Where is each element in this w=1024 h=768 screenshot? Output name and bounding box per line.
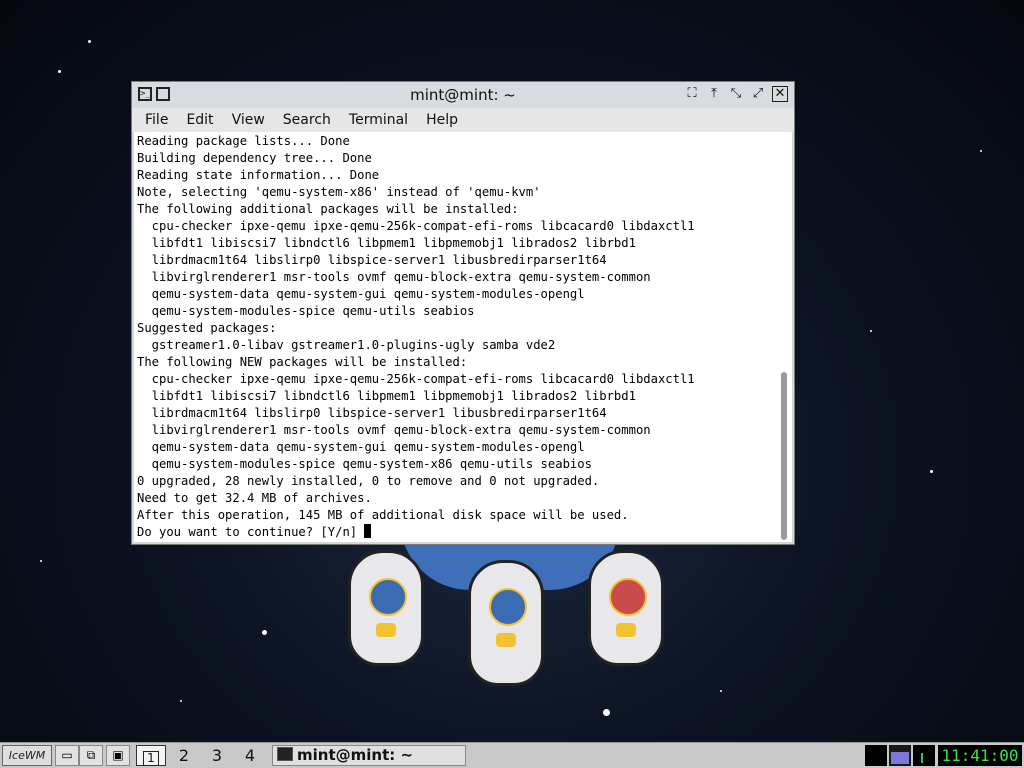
menu-help[interactable]: Help: [417, 112, 467, 128]
terminal-launcher-icon[interactable]: ▣: [106, 745, 130, 766]
terminal-line: librdmacm1t64 libslirp0 libspice-server1…: [137, 406, 607, 420]
workspace-4-button[interactable]: 4: [235, 745, 265, 766]
terminal-line: cpu-checker ipxe-qemu ipxe-qemu-256k-com…: [137, 219, 695, 233]
terminal-line: Need to get 32.4 MB of archives.: [137, 491, 372, 505]
terminal-line: libvirglrenderer1 msr-tools ovmf qemu-bl…: [137, 423, 651, 437]
task-label: mint@mint: ~: [297, 746, 414, 764]
penguin-artwork: [468, 560, 544, 686]
network-monitor-icon[interactable]: [913, 745, 935, 766]
workspace-3-button[interactable]: 3: [202, 745, 232, 766]
star: [720, 690, 722, 692]
memory-monitor-icon[interactable]: [889, 745, 911, 766]
terminal-line: Building dependency tree... Done: [137, 151, 372, 165]
penguin-artwork: [348, 550, 424, 666]
terminal-output[interactable]: Reading package lists... Done Building d…: [134, 132, 776, 542]
terminal-line: cpu-checker ipxe-qemu ipxe-qemu-256k-com…: [137, 372, 695, 386]
start-menu-button[interactable]: IceWM: [2, 745, 52, 766]
terminal-line: qemu-system-data qemu-system-gui qemu-sy…: [137, 287, 585, 301]
menubar: File Edit View Search Terminal Help: [132, 108, 794, 132]
workspace-label: 1: [143, 751, 159, 766]
terminal-line: librdmacm1t64 libslirp0 libspice-server1…: [137, 253, 607, 267]
task-button-terminal[interactable]: mint@mint: ~: [272, 745, 466, 766]
star: [58, 70, 61, 73]
workspace-2-button[interactable]: 2: [169, 745, 199, 766]
penguin-artwork: [588, 550, 664, 666]
maximize-icon[interactable]: ⤒: [706, 86, 722, 102]
workspace-1-button[interactable]: 1: [136, 745, 166, 766]
scrollbar-thumb[interactable]: [781, 372, 787, 540]
terminal-line: qemu-system-data qemu-system-gui qemu-sy…: [137, 440, 585, 454]
terminal-line: 0 upgraded, 28 newly installed, 0 to rem…: [137, 474, 600, 488]
star: [262, 630, 267, 635]
taskbar: IceWM ▭ ⧉ ▣ 1 2 3 4 mint@mint: ~ 11:41:0…: [0, 742, 1024, 768]
terminal-line: libfdt1 libiscsi7 libndctl6 libpmem1 lib…: [137, 389, 636, 403]
star: [930, 470, 933, 473]
terminal-window: >_ mint@mint: ~ ⛶ ⤒ ⤡ ⤢ ✕ File Edit View…: [131, 81, 795, 545]
terminal-text: Reading package lists... Done Building d…: [134, 132, 776, 541]
star: [180, 700, 182, 702]
minimize-icon[interactable]: ⤡: [728, 86, 744, 102]
clock[interactable]: 11:41:00: [938, 745, 1022, 766]
terminal-line: Reading state information... Done: [137, 168, 380, 182]
cpu-monitor-icon[interactable]: [865, 745, 887, 766]
menu-terminal[interactable]: Terminal: [340, 112, 417, 128]
menu-view[interactable]: View: [223, 112, 274, 128]
star: [88, 40, 91, 43]
terminal-line: libvirglrenderer1 msr-tools ovmf qemu-bl…: [137, 270, 651, 284]
star: [603, 709, 610, 716]
fullscreen-icon[interactable]: ⛶: [684, 86, 700, 102]
terminal-line: The following additional packages will b…: [137, 202, 519, 216]
star: [870, 330, 872, 332]
terminal-line: The following NEW packages will be insta…: [137, 355, 468, 369]
terminal-line: Reading package lists... Done: [137, 134, 350, 148]
terminal-icon: [277, 747, 293, 761]
terminal-line: qemu-system-modules-spice qemu-utils sea…: [137, 304, 475, 318]
window-titlebar[interactable]: >_ mint@mint: ~ ⛶ ⤒ ⤡ ⤢ ✕: [132, 82, 794, 109]
window-list-icon[interactable]: ⧉: [79, 745, 103, 766]
terminal-line: After this operation, 145 MB of addition…: [137, 508, 629, 522]
show-desktop-icon[interactable]: ▭: [55, 745, 79, 766]
close-icon[interactable]: ✕: [772, 86, 788, 102]
terminal-prompt: Do you want to continue? [Y/n]: [137, 525, 365, 539]
text-cursor: [364, 524, 372, 538]
terminal-line: libfdt1 libiscsi7 libndctl6 libpmem1 lib…: [137, 236, 636, 250]
menu-search[interactable]: Search: [274, 112, 340, 128]
terminal-line: qemu-system-modules-spice qemu-system-x8…: [137, 457, 592, 471]
menu-file[interactable]: File: [136, 112, 177, 128]
terminal-scrollbar[interactable]: [776, 132, 792, 542]
terminal-line: Suggested packages:: [137, 321, 277, 335]
star: [40, 560, 42, 562]
menu-edit[interactable]: Edit: [177, 112, 222, 128]
star: [980, 150, 982, 152]
terminal-line: Note, selecting 'qemu-system-x86' instea…: [137, 185, 541, 199]
restore-icon[interactable]: ⤢: [750, 86, 766, 102]
terminal-line: gstreamer1.0-libav gstreamer1.0-plugins-…: [137, 338, 556, 352]
